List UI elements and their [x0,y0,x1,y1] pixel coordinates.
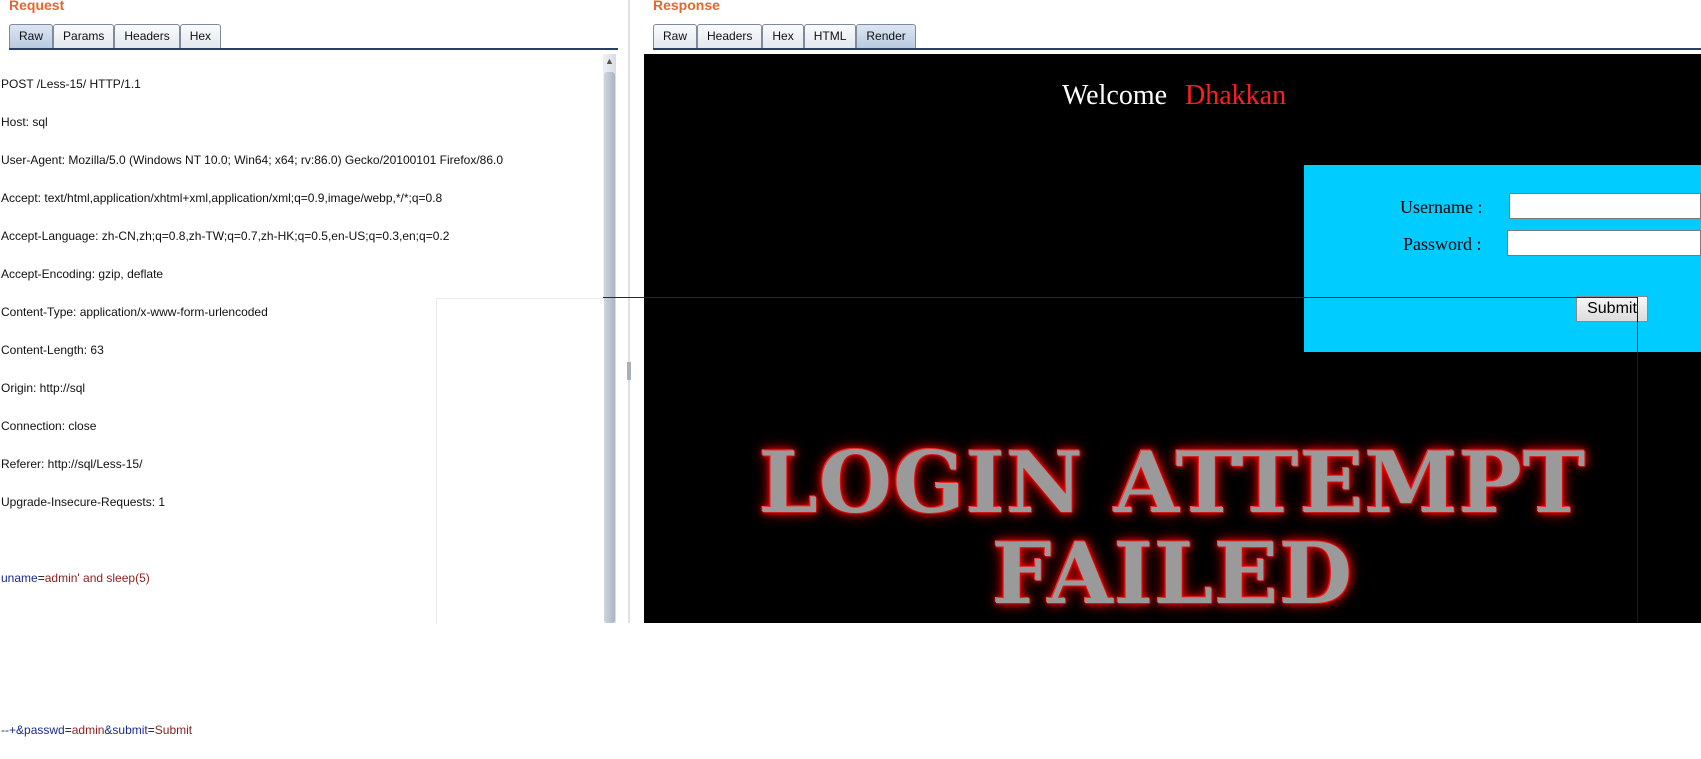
welcome-heading: Welcome Dhakkan [1062,80,1286,112]
body-line-rest: --+&passwd=admin&submit=Submit [1,721,601,740]
blank-line: ​ [1,645,601,664]
tab-headers[interactable]: Headers [114,24,180,48]
splitter-grip-icon[interactable] [627,362,631,380]
overlay-panel [436,298,604,624]
welcome-text: Welcome [1062,80,1168,111]
response-tab-underline [653,48,1701,50]
overlay-right-border [1637,297,1638,623]
overlay-top-border [603,297,1638,298]
header-line: Accept-Language: zh-CN,zh;q=0.8,zh-TW;q=… [1,229,450,243]
request-tab-underline [9,48,618,50]
equals: = [147,723,155,737]
panel-splitter[interactable] [628,0,630,623]
ampersand: & [16,723,25,737]
login-form: Username : Password : Submit [1304,165,1701,352]
param-value-uname: admin' and sleep(5) [44,571,150,585]
rendered-response: Welcome Dhakkan Username : Password : Sub… [644,54,1701,623]
tab-raw[interactable]: Raw [9,24,54,48]
tab-render[interactable]: Render [856,24,916,48]
response-title: Response [653,0,720,13]
request-tabs: Raw Params Headers Hex [9,24,222,48]
scrollbar-thumb[interactable] [604,72,615,623]
tab-headers[interactable]: Headers [697,24,763,48]
equals: = [64,723,72,737]
header-line: Accept-Encoding: gzip, deflate [1,267,164,281]
param-key-uname: uname [1,571,38,585]
equals: = [37,571,45,585]
login-failed-line1: LOGIN ATTEMPT [758,433,1587,532]
request-scrollbar[interactable]: ▲ [603,54,616,623]
param-value-submit: Submit [154,723,193,737]
header-line: Accept: text/html,application/xhtml+xml,… [1,191,443,205]
scroll-up-arrow-icon[interactable]: ▲ [605,56,614,66]
tab-raw[interactable]: Raw [653,24,698,48]
password-label: Password : [1403,234,1482,254]
login-failed-line2: FAILED [991,524,1354,623]
tab-params[interactable]: Params [53,24,115,48]
username-label: Username : [1400,197,1483,217]
ampersand: & [104,723,113,737]
welcome-name: Dhakkan [1185,80,1287,111]
param-key-submit: submit [112,723,148,737]
username-input[interactable] [1509,193,1701,219]
comment-prefix: --+ [1,723,16,737]
request-line: POST /Less-15/ HTTP/1.1 [1,77,141,91]
header-line: User-Agent: Mozilla/5.0 (Windows NT 10.0… [1,153,504,167]
tab-html[interactable]: HTML [803,24,857,48]
param-value-passwd: admin [71,723,105,737]
request-title: Request [9,0,65,13]
header-line: Host: sql [1,115,48,129]
param-key-passwd: passwd [24,723,65,737]
tab-hex[interactable]: Hex [179,24,222,48]
blank-line: ​ [1,683,601,702]
response-tabs: Raw Headers Hex HTML Render [653,24,916,48]
tab-hex[interactable]: Hex [762,24,804,48]
password-input[interactable] [1507,230,1701,256]
